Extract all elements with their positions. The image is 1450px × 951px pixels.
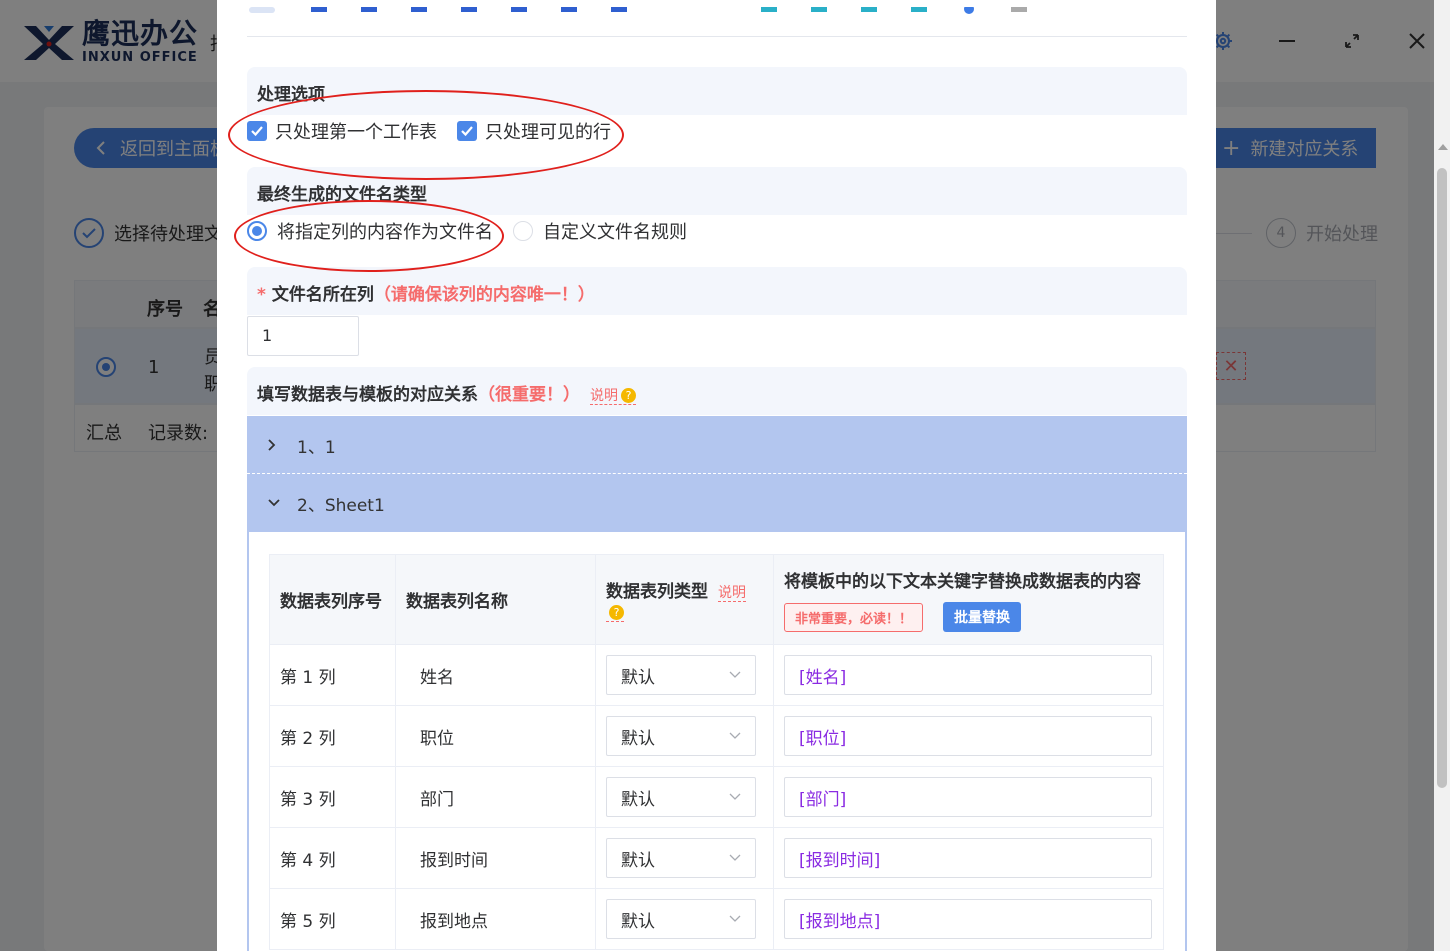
keyword-input[interactable]: [职位] <box>784 716 1152 756</box>
row-col-index: 第 2 列 <box>269 705 396 767</box>
radio-selected-icon <box>247 221 267 241</box>
row-col-name: 报到地点 <box>395 888 596 950</box>
mapping-title-wrap: 填写数据表与模板的对应关系（很重要！） 说明? <box>257 380 636 405</box>
col-type-value: 默认 <box>621 850 655 871</box>
header-col-name: 数据表列名称 <box>395 554 596 645</box>
sheet-item-2[interactable]: 2、Sheet1 <box>247 474 1187 532</box>
col-type-select[interactable]: 默认 <box>606 716 756 756</box>
keyword-input[interactable]: [报到时间] <box>784 838 1152 878</box>
col-type-value: 默认 <box>621 728 655 749</box>
batch-replace-button[interactable]: 批量替换 <box>943 602 1022 632</box>
visible-rows-label: 只处理可见的行 <box>485 122 611 143</box>
mapping-table-header: 数据表列序号 数据表列名称 数据表列类型 说明? 将模板中的以下文本关键字替换成数… <box>269 554 1164 645</box>
row-col-index: 第 5 列 <box>269 888 396 950</box>
filename-type-title: 最终生成的文件名类型 <box>257 185 427 205</box>
col-type-value: 默认 <box>621 667 655 688</box>
keyword-input[interactable]: [部门] <box>784 777 1152 817</box>
col-type-select[interactable]: 默认 <box>606 899 756 939</box>
filename-column-input[interactable]: 1 <box>247 316 359 356</box>
must-read-tag[interactable]: 非常重要，必读！！ <box>784 602 924 632</box>
chevron-down-icon <box>729 854 741 861</box>
table-row: 第 4 列 报到时间 默认 [报到时间] <box>269 827 1164 889</box>
radio-column-content[interactable]: 将指定列的内容作为文件名 <box>247 218 493 244</box>
col-type-value: 默认 <box>621 911 655 932</box>
sheet-item-2-label: 2、Sheet1 <box>297 495 385 516</box>
row-col-index: 第 1 列 <box>269 644 396 706</box>
row-col-name: 报到时间 <box>395 827 596 889</box>
col-type-value: 默认 <box>621 789 655 810</box>
sheet-item-1-label: 1、1 <box>297 437 336 458</box>
chevron-down-icon <box>729 915 741 922</box>
first-sheet-label: 只处理第一个工作表 <box>275 122 437 143</box>
visible-rows-checkbox[interactable]: 只处理可见的行 <box>457 118 611 144</box>
mapping-table: 数据表列序号 数据表列名称 数据表列类型 说明? 将模板中的以下文本关键字替换成数… <box>269 554 1164 950</box>
mapping-section-header: 填写数据表与模板的对应关系（很重要！） 说明? <box>247 367 1187 415</box>
chevron-down-icon <box>729 671 741 678</box>
row-col-index: 第 4 列 <box>269 827 396 889</box>
mapping-help-link[interactable]: 说明? <box>590 388 636 405</box>
scroll-up-icon[interactable] <box>1438 144 1448 150</box>
scrollbar-thumb[interactable] <box>1437 168 1447 788</box>
row-col-name: 职位 <box>395 705 596 767</box>
table-row: 第 3 列 部门 默认 [部门] <box>269 766 1164 828</box>
required-star: * <box>257 285 266 305</box>
checkbox-checked-icon <box>457 121 477 141</box>
sheet-item-1[interactable]: 1、1 <box>247 416 1187 474</box>
filename-column-section-header: * 文件名所在列（请确保该列的内容唯一！） <box>247 267 1187 315</box>
header-col-index: 数据表列序号 <box>269 554 396 645</box>
row-col-index: 第 3 列 <box>269 766 396 828</box>
first-sheet-checkbox[interactable]: 只处理第一个工作表 <box>247 118 437 144</box>
chevron-down-icon <box>729 732 741 739</box>
table-row: 第 1 列 姓名 默认 [姓名] <box>269 644 1164 706</box>
filename-column-title: 文件名所在列 <box>271 285 374 305</box>
filename-type-radios: 将指定列的内容作为文件名 自定义文件名规则 <box>247 218 707 244</box>
table-row: 第 2 列 职位 默认 [职位] <box>269 705 1164 767</box>
col-type-select[interactable]: 默认 <box>606 655 756 695</box>
col-type-select[interactable]: 默认 <box>606 777 756 817</box>
radio-custom-rule[interactable]: 自定义文件名规则 <box>513 218 687 244</box>
mapping-help-text: 说明 <box>590 388 618 404</box>
header-col-type: 数据表列类型 说明? <box>595 554 774 645</box>
filename-column-warning: （请确保该列的内容唯一！） <box>373 285 595 305</box>
chevron-down-icon <box>729 793 741 800</box>
col-type-help-text: 说明 <box>718 585 746 601</box>
keyword-input[interactable]: [姓名] <box>784 655 1152 695</box>
mapping-title: 填写数据表与模板的对应关系 <box>257 385 478 405</box>
header-col-type-label: 数据表列类型 <box>606 582 708 602</box>
mapping-warning: （很重要！） <box>478 385 580 405</box>
checkbox-checked-icon <box>247 121 267 141</box>
row-col-name: 部门 <box>395 766 596 828</box>
filename-type-section-header: 最终生成的文件名类型 <box>247 167 1187 215</box>
chevron-down-icon <box>267 498 281 508</box>
col-type-select[interactable]: 默认 <box>606 838 756 878</box>
question-icon: ? <box>621 388 636 403</box>
dialog-top-divider <box>247 36 1187 37</box>
header-keyword-label: 将模板中的以下文本关键字替换成数据表的内容 <box>784 572 1141 592</box>
row-col-name: 姓名 <box>395 644 596 706</box>
radio-column-content-label: 将指定列的内容作为文件名 <box>277 222 493 243</box>
keyword-input[interactable]: [报到地点] <box>784 899 1152 939</box>
table-row: 第 5 列 报到地点 默认 [报到地点] <box>269 888 1164 950</box>
filename-column-title-wrap: * 文件名所在列（请确保该列的内容唯一！） <box>257 280 595 305</box>
radio-custom-rule-label: 自定义文件名规则 <box>543 222 687 243</box>
header-keyword: 将模板中的以下文本关键字替换成数据表的内容 非常重要，必读！！ 批量替换 <box>773 554 1164 645</box>
question-icon: ? <box>609 605 624 620</box>
options-checkboxes: 只处理第一个工作表 只处理可见的行 <box>247 118 631 144</box>
dialog-toolbar-strip <box>247 0 1187 14</box>
options-title: 处理选项 <box>257 85 325 105</box>
chevron-right-icon <box>267 438 281 452</box>
options-section-header: 处理选项 <box>247 67 1187 115</box>
radio-unselected-icon <box>513 221 533 241</box>
